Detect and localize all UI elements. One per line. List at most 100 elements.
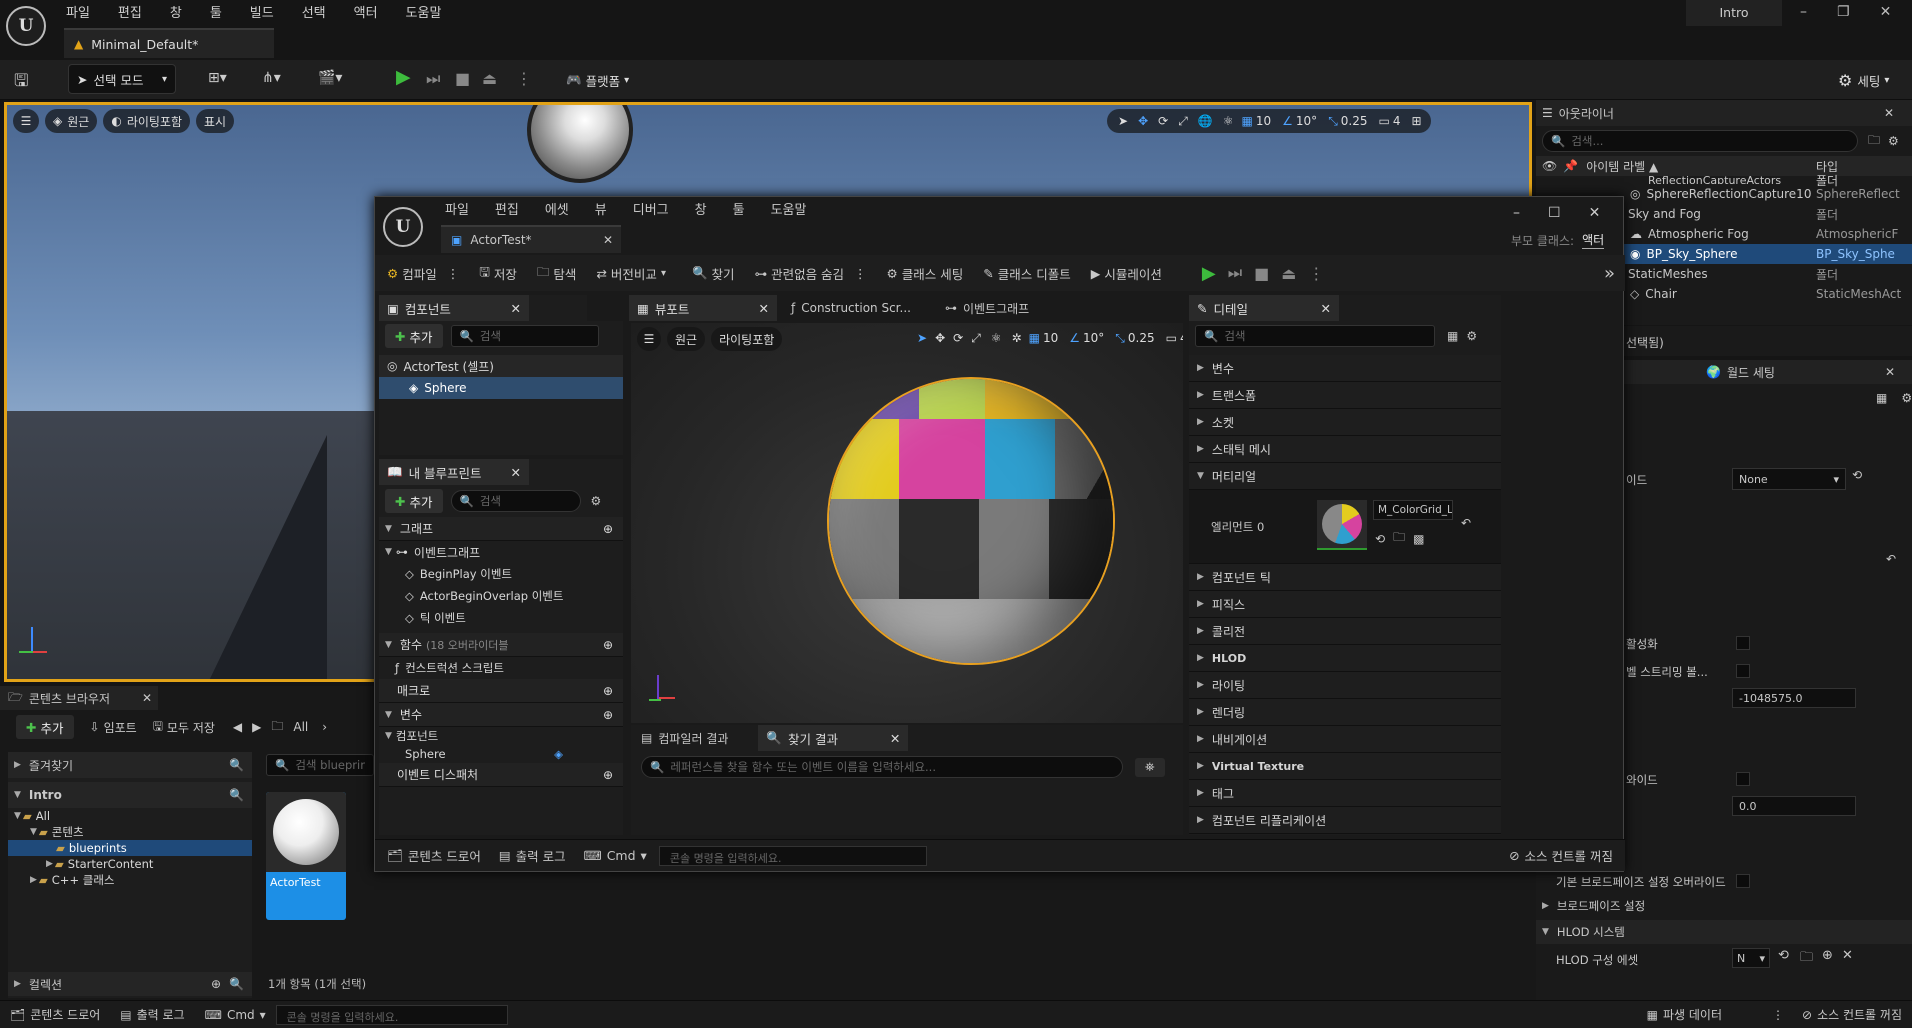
- rotation-snap-value[interactable]: 10°: [1296, 114, 1317, 128]
- grid-snap-icon[interactable]: ▦: [1029, 331, 1040, 345]
- var-sphere[interactable]: Sphere ◈: [379, 745, 623, 763]
- hide-unrelated-button[interactable]: ⊶ 관련없음 숨김 ⋮: [755, 264, 867, 283]
- layout-icon[interactable]: ⊞: [1412, 114, 1422, 128]
- folder-icon[interactable]: 🗀: [271, 717, 283, 738]
- tree-item[interactable]: ▼ ▰ All: [8, 808, 252, 824]
- components-tab[interactable]: ▣ 컴포넌트 ✕: [379, 295, 529, 321]
- camera-speed-icon[interactable]: ▭: [1379, 114, 1390, 128]
- bp-asset-tab[interactable]: ▣ ActorTest* ✕: [441, 225, 621, 253]
- source-control-button[interactable]: ⊘ 소스 컨트롤 꺼짐: [1509, 846, 1613, 865]
- translate-tool-icon[interactable]: ✥: [1138, 114, 1148, 128]
- close-window-icon[interactable]: ✕: [1589, 205, 1601, 221]
- camera-speed-value[interactable]: 4: [1180, 331, 1183, 345]
- gear-icon[interactable]: ⚙: [1888, 134, 1899, 148]
- add-actor-icon[interactable]: ⊞▾: [208, 70, 227, 86]
- save-icon[interactable]: 🖫: [14, 68, 28, 97]
- asset-tile-actortest[interactable]: ActorTest: [266, 792, 346, 920]
- perspective-button[interactable]: 원근: [667, 327, 706, 351]
- menu-build[interactable]: 빌드: [250, 2, 274, 21]
- macros-section[interactable]: 매크로 ⊕: [379, 679, 623, 703]
- stop-icon[interactable]: ■: [455, 69, 470, 88]
- more-options-icon[interactable]: ⋮: [1308, 264, 1324, 283]
- tab-eventgraph[interactable]: ⊶ 이벤트그래프: [945, 300, 1029, 317]
- maximize-icon[interactable]: ❐: [1837, 4, 1850, 20]
- add-icon[interactable]: ⊕: [603, 638, 613, 652]
- functions-section[interactable]: ▼ 함수 (18 오버라이더블 ⊕: [379, 633, 623, 657]
- select-mode-button[interactable]: ➤ 선택 모드 ▾: [68, 64, 176, 94]
- content-drawer-button[interactable]: 🗂 콘텐츠 드로어: [10, 1006, 100, 1023]
- hamburger-menu-icon[interactable]: ☰: [637, 327, 661, 351]
- game-mode-select[interactable]: None ▾: [1732, 468, 1846, 490]
- dispatchers-section[interactable]: 이벤트 디스패처 ⊕: [379, 763, 623, 787]
- bp-unreal-logo[interactable]: U: [383, 207, 423, 247]
- forward-icon[interactable]: ▶: [252, 720, 261, 734]
- rotate-tool-icon[interactable]: ⟳: [953, 331, 963, 345]
- pin-icon[interactable]: 📌: [1563, 159, 1578, 173]
- lighting-button[interactable]: ◐ 라이팅포함: [103, 109, 191, 133]
- binoculars-icon[interactable]: ⛯: [1135, 757, 1165, 777]
- gear-icon[interactable]: ⚙: [591, 494, 602, 508]
- details-category[interactable]: ▶ 라이팅: [1189, 672, 1501, 699]
- material-select[interactable]: M_ColorGrid_L: [1373, 500, 1453, 520]
- graph-section[interactable]: ▼ 그래프 ⊕: [379, 517, 623, 541]
- world-space-icon[interactable]: ⚛: [991, 331, 1002, 345]
- add-icon[interactable]: ⊕: [603, 684, 613, 698]
- browse-button[interactable]: 🗀 탐색: [537, 263, 577, 284]
- path-breadcrumb[interactable]: All: [293, 720, 308, 734]
- cinematics-icon[interactable]: 🎬▾: [318, 70, 342, 86]
- event-item[interactable]: ◇ ActorBeginOverlap 이벤트: [379, 585, 623, 607]
- minimize-icon[interactable]: –: [1800, 4, 1807, 20]
- broadphase-override-checkbox[interactable]: [1736, 874, 1750, 888]
- bp-menu-file[interactable]: 파일: [445, 199, 469, 218]
- rotation-snap-icon[interactable]: ∠: [1282, 114, 1293, 128]
- scale-snap-value[interactable]: 0.25: [1128, 331, 1155, 345]
- surface-snap-icon[interactable]: ✲: [1012, 331, 1022, 345]
- table-view-icon[interactable]: ▦: [1876, 391, 1887, 405]
- unreal-logo-icon[interactable]: U: [6, 6, 46, 46]
- diff-button[interactable]: ⇄ 버전비교 ▾: [596, 264, 666, 283]
- event-item[interactable]: ◇ BeginPlay 이벤트: [379, 563, 623, 585]
- back-icon[interactable]: ◀: [233, 720, 242, 734]
- checker-icon[interactable]: ▩: [1413, 532, 1424, 546]
- derived-data-button[interactable]: ▦ 파생 데이터: [1647, 1006, 1722, 1023]
- details-category[interactable]: ▼ 머티리얼: [1189, 463, 1501, 490]
- expand-toolbar-icon[interactable]: »: [1604, 263, 1615, 284]
- details-search[interactable]: 🔍 검색: [1195, 325, 1435, 347]
- add-icon[interactable]: ⊕: [603, 708, 613, 722]
- search-icon[interactable]: 🔍: [229, 977, 244, 991]
- maximize-icon[interactable]: ☐: [1548, 205, 1561, 221]
- details-category[interactable]: ▶ 컴포넌트 리플리케이션: [1189, 807, 1501, 834]
- close-icon[interactable]: ✕: [1321, 301, 1331, 316]
- surface-snap-icon[interactable]: ⚛: [1223, 114, 1234, 128]
- cmd-select[interactable]: ⌨ Cmd ▾: [584, 848, 647, 863]
- step-icon[interactable]: ⏭: [426, 69, 440, 89]
- parent-class-link[interactable]: 액터: [1582, 231, 1605, 249]
- column-label-header[interactable]: 아이템 라벨 ▲: [1586, 158, 1658, 175]
- details-category[interactable]: ▶ 내비게이션: [1189, 726, 1501, 753]
- material-thumbnail[interactable]: [1317, 500, 1367, 550]
- close-icon[interactable]: ✕: [511, 465, 521, 480]
- use-selected-icon[interactable]: ⟲: [1375, 532, 1385, 546]
- tab-viewport[interactable]: ▦ 뷰포트 ✕: [629, 295, 777, 321]
- bp-menu-help[interactable]: 도움말: [771, 199, 807, 218]
- scale-tool-icon[interactable]: ⤢: [971, 331, 981, 346]
- bp-menu-asset[interactable]: 에셋: [545, 199, 569, 218]
- settings-button[interactable]: ⚙ 세팅 ▾: [1830, 65, 1897, 95]
- rotation-snap-icon[interactable]: ∠: [1069, 331, 1080, 345]
- wide-checkbox[interactable]: [1736, 772, 1750, 786]
- tree-item[interactable]: ▼ ▰ 콘텐츠: [8, 824, 252, 840]
- clear-icon[interactable]: ✕: [1842, 948, 1853, 963]
- stop-icon[interactable]: ■: [1254, 264, 1269, 283]
- details-category[interactable]: ▶ HLOD: [1189, 645, 1501, 672]
- tree-item[interactable]: ▶ ▰ StarterContent: [8, 856, 252, 872]
- browse-icon[interactable]: 🗀: [1393, 528, 1405, 549]
- more-options-icon[interactable]: ⋮: [516, 69, 532, 88]
- reset-icon[interactable]: ↶: [1886, 552, 1896, 566]
- perspective-button[interactable]: ◈ 원근: [45, 109, 98, 133]
- my-blueprint-tab[interactable]: 📖 내 블루프린트 ✕: [379, 459, 529, 485]
- event-item[interactable]: ◇ 틱 이벤트: [379, 607, 623, 629]
- visibility-icon[interactable]: 👁: [1542, 159, 1557, 173]
- add-icon[interactable]: ⊕: [211, 977, 221, 991]
- component-sphere[interactable]: ◈ Sphere: [379, 377, 623, 399]
- grid-snap-value[interactable]: 10: [1256, 114, 1271, 128]
